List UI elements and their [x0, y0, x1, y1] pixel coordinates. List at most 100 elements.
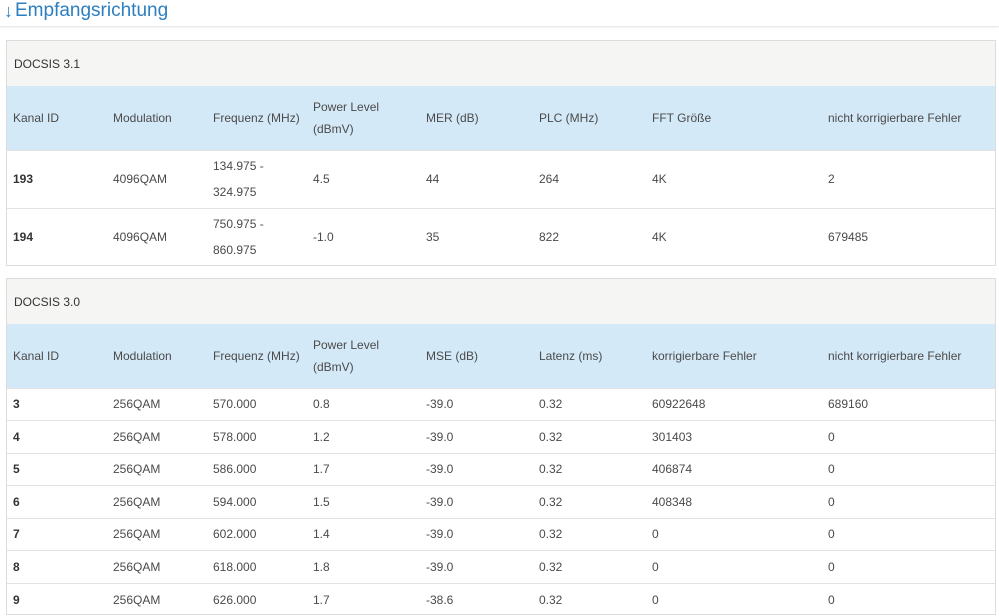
- col-header: MSE (dB): [420, 324, 533, 388]
- cell-power-level: 1.7: [307, 582, 420, 616]
- arrow-down-icon: ↓: [4, 1, 13, 21]
- cell-mse: -38.6: [420, 582, 533, 616]
- table-row: 194 4096QAM 750.975 - 860.975 -1.0 35 82…: [7, 207, 995, 266]
- cell-power-level: 1.8: [307, 550, 420, 583]
- col-header: PLC (MHz): [533, 86, 646, 150]
- col-header: nicht korrigierbare Fehler: [822, 86, 995, 150]
- cell-kanal-id: 194: [7, 207, 107, 266]
- docsis30-caption: DOCSIS 3.0: [7, 279, 995, 324]
- cell-correctable: 0: [646, 582, 822, 616]
- cell-kanal-id: 7: [7, 517, 107, 551]
- cell-uncorrectable: 0: [822, 582, 995, 616]
- cell-correctable: 0: [646, 517, 822, 551]
- cell-uncorrectable: 0: [822, 517, 995, 551]
- table-row: 5 256QAM 586.000 1.7 -39.0 0.32 406874 0: [7, 452, 995, 486]
- cell-modulation: 256QAM: [107, 420, 207, 453]
- cell-fft: 4K: [646, 149, 822, 208]
- cell-uncorrectable: 0: [822, 452, 995, 486]
- cell-kanal-id: 8: [7, 550, 107, 583]
- cell-latency: 0.32: [533, 517, 646, 551]
- cell-uncorrectable: 0: [822, 420, 995, 453]
- cell-modulation: 256QAM: [107, 485, 207, 518]
- cell-power-level: 0.8: [307, 387, 420, 421]
- col-header: nicht korrigierbare Fehler: [822, 324, 995, 388]
- table-row: 4 256QAM 578.000 1.2 -39.0 0.32 301403 0: [7, 420, 995, 453]
- cell-mse: -39.0: [420, 387, 533, 421]
- cell-frequency: 570.000: [207, 387, 307, 421]
- cell-plc: 264: [533, 149, 646, 208]
- section-header[interactable]: ↓ Empfangsrichtung: [0, 0, 999, 26]
- cell-latency: 0.32: [533, 550, 646, 583]
- table-row: 8 256QAM 618.000 1.8 -39.0 0.32 0 0: [7, 550, 995, 583]
- cell-power-level: 4.5: [307, 149, 420, 208]
- cell-fft: 4K: [646, 207, 822, 266]
- cell-frequency: 618.000: [207, 550, 307, 583]
- cell-uncorrectable: 689160: [822, 387, 995, 421]
- cell-kanal-id: 4: [7, 420, 107, 453]
- col-header: MER (dB): [420, 86, 533, 150]
- docsis31-panel: DOCSIS 3.1 Kanal ID Modulation Frequenz …: [6, 40, 996, 266]
- docsis31-caption: DOCSIS 3.1: [7, 41, 995, 86]
- col-header: Power Level (dBmV): [307, 86, 420, 150]
- cell-frequency: 602.000: [207, 517, 307, 551]
- cell-power-level: 1.7: [307, 452, 420, 486]
- col-header: Kanal ID: [7, 86, 107, 150]
- cell-kanal-id: 6: [7, 485, 107, 518]
- cell-latency: 0.32: [533, 582, 646, 616]
- cell-mse: -39.0: [420, 550, 533, 583]
- docsis30-table: Kanal ID Modulation Frequenz (MHz) Power…: [7, 324, 995, 616]
- cell-frequency: 586.000: [207, 452, 307, 486]
- table-row: 7 256QAM 602.000 1.4 -39.0 0.32 0 0: [7, 517, 995, 551]
- cell-latency: 0.32: [533, 452, 646, 486]
- cell-latency: 0.32: [533, 420, 646, 453]
- col-header: Latenz (ms): [533, 324, 646, 388]
- col-header: Frequenz (MHz): [207, 324, 307, 388]
- cell-uncorrectable: 679485: [822, 207, 995, 266]
- cell-latency: 0.32: [533, 485, 646, 518]
- col-header: Kanal ID: [7, 324, 107, 388]
- cell-plc: 822: [533, 207, 646, 266]
- cell-uncorrectable: 2: [822, 149, 995, 208]
- table-row: 193 4096QAM 134.975 - 324.975 4.5 44 264…: [7, 149, 995, 208]
- cell-uncorrectable: 0: [822, 550, 995, 583]
- cell-modulation: 256QAM: [107, 452, 207, 486]
- cell-kanal-id: 9: [7, 582, 107, 616]
- cell-modulation: 4096QAM: [107, 149, 207, 208]
- cell-mse: -39.0: [420, 517, 533, 551]
- cell-power-level: 1.4: [307, 517, 420, 551]
- cell-uncorrectable: 0: [822, 485, 995, 518]
- docsis30-panel: DOCSIS 3.0 Kanal ID Modulation Frequenz …: [6, 278, 996, 616]
- cell-frequency: 134.975 - 324.975: [207, 149, 307, 208]
- cell-frequency: 750.975 - 860.975: [207, 207, 307, 266]
- cell-kanal-id: 3: [7, 387, 107, 421]
- cell-power-level: -1.0: [307, 207, 420, 266]
- table-header-row: Kanal ID Modulation Frequenz (MHz) Power…: [7, 324, 995, 388]
- cell-frequency: 626.000: [207, 582, 307, 616]
- section-title[interactable]: Empfangsrichtung: [15, 0, 168, 22]
- cell-correctable: 60922648: [646, 387, 822, 421]
- table-row: 6 256QAM 594.000 1.5 -39.0 0.32 408348 0: [7, 485, 995, 518]
- table-row: 9 256QAM 626.000 1.7 -38.6 0.32 0 0: [7, 582, 995, 616]
- cell-latency: 0.32: [533, 387, 646, 421]
- col-header: Frequenz (MHz): [207, 86, 307, 150]
- cell-mer: 35: [420, 207, 533, 266]
- table-header-row: Kanal ID Modulation Frequenz (MHz) Power…: [7, 86, 995, 150]
- cell-mer: 44: [420, 149, 533, 208]
- cell-correctable: 301403: [646, 420, 822, 453]
- cell-kanal-id: 5: [7, 452, 107, 486]
- cell-modulation: 256QAM: [107, 582, 207, 616]
- cell-frequency: 594.000: [207, 485, 307, 518]
- cell-modulation: 4096QAM: [107, 207, 207, 266]
- table-row: 3 256QAM 570.000 0.8 -39.0 0.32 60922648…: [7, 387, 995, 421]
- col-header: korrigierbare Fehler: [646, 324, 822, 388]
- cell-modulation: 256QAM: [107, 550, 207, 583]
- cell-correctable: 0: [646, 550, 822, 583]
- cell-kanal-id: 193: [7, 149, 107, 208]
- cell-power-level: 1.2: [307, 420, 420, 453]
- cell-mse: -39.0: [420, 452, 533, 486]
- cell-modulation: 256QAM: [107, 517, 207, 551]
- cell-correctable: 406874: [646, 452, 822, 486]
- col-header: Power Level (dBmV): [307, 324, 420, 388]
- col-header: Modulation: [107, 324, 207, 388]
- cell-power-level: 1.5: [307, 485, 420, 518]
